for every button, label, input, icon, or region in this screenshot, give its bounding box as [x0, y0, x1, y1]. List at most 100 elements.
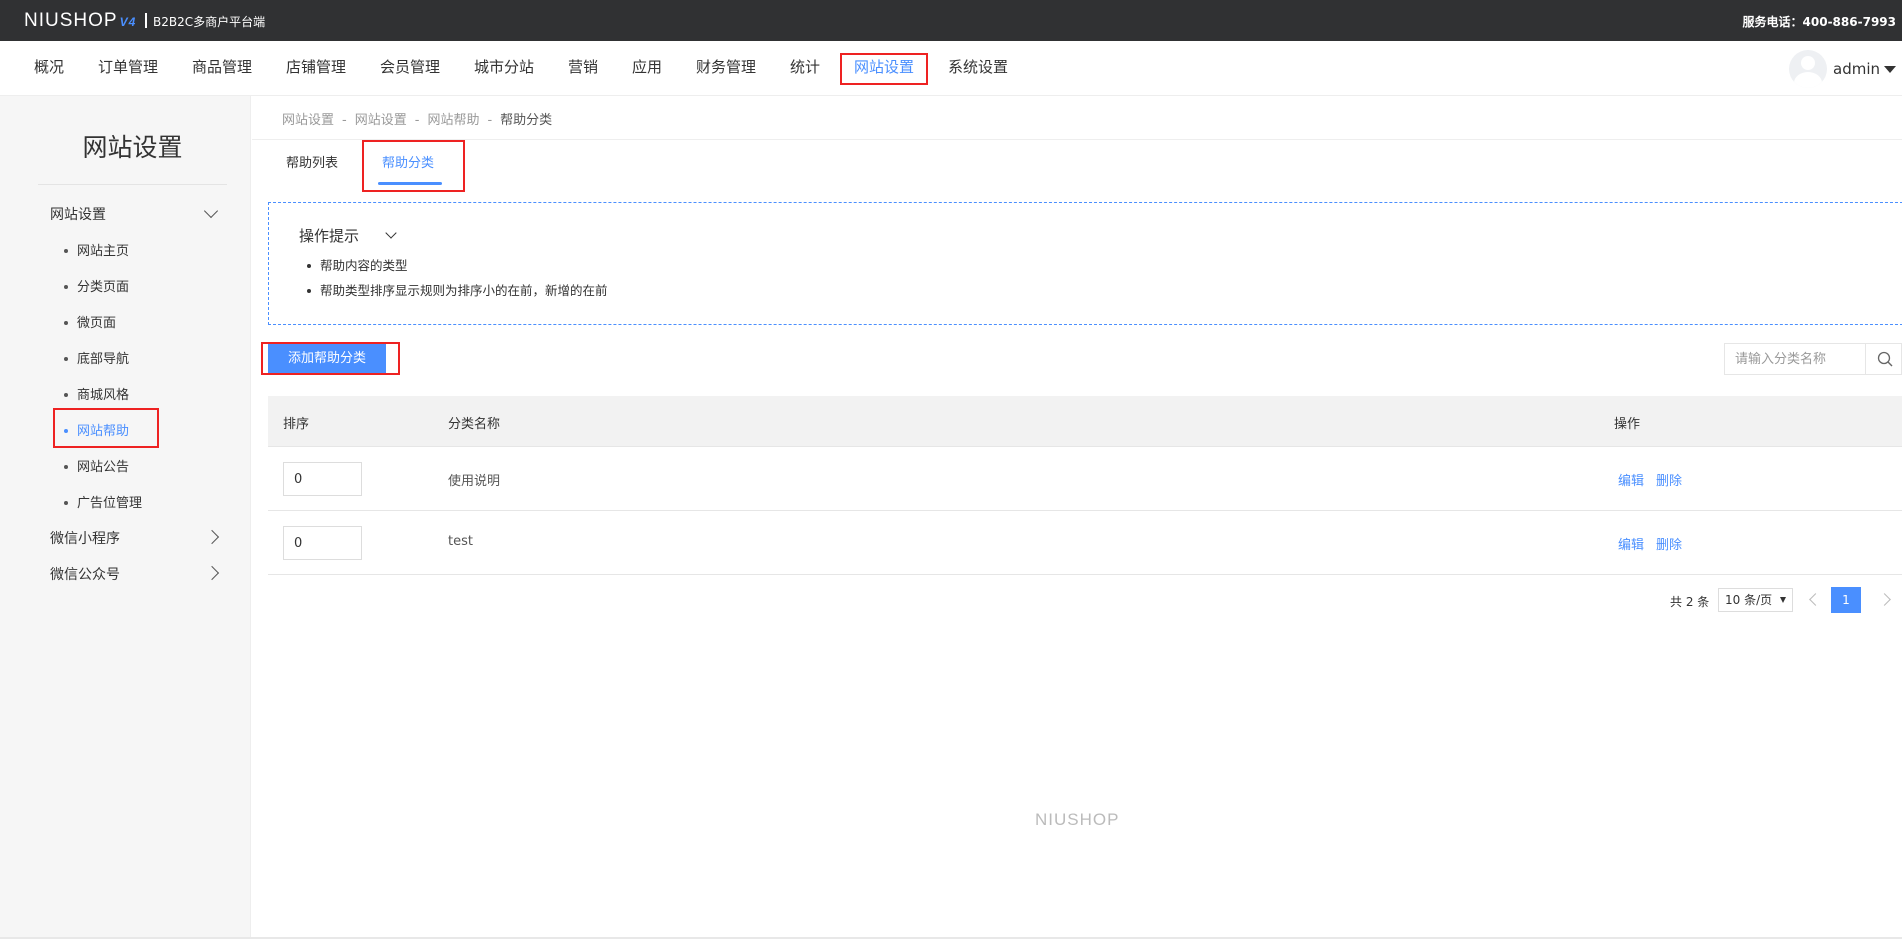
- bullet-icon: [64, 500, 68, 505]
- bullet-icon: [64, 464, 68, 469]
- delete-link[interactable]: 删除: [1656, 534, 1682, 553]
- nav-item-finance[interactable]: 财务管理: [696, 41, 756, 96]
- sidebar-item-label: 网站主页: [77, 244, 130, 259]
- sort-input[interactable]: [283, 526, 362, 560]
- tips-item: 帮助内容的类型: [307, 255, 408, 274]
- sidebar-item-bottom-nav[interactable]: 底部导航: [64, 348, 129, 367]
- bullet-icon: [64, 428, 68, 433]
- column-header-sort: 排序: [283, 417, 310, 432]
- nav-item-apps[interactable]: 应用: [632, 41, 662, 96]
- breadcrumb-separator: -: [342, 113, 347, 128]
- sidebar-group-website-settings[interactable]: 网站设置: [50, 204, 106, 224]
- sidebar: 网站设置 网站设置 网站主页 分类页面 微页面 底部导航 商城风格 网站帮助 网…: [0, 96, 251, 939]
- breadcrumb-current: 帮助分类: [500, 113, 553, 128]
- page-size-select[interactable]: 10 条/页: [1718, 588, 1793, 612]
- add-help-category-button[interactable]: 添加帮助分类: [268, 344, 386, 374]
- sort-input[interactable]: [283, 462, 362, 496]
- bullet-icon: [64, 392, 68, 397]
- pagination-total: 共 2 条: [1670, 595, 1710, 609]
- delete-link[interactable]: 删除: [1656, 470, 1682, 489]
- sidebar-item-label: 商城风格: [77, 388, 130, 403]
- nav-item-goods[interactable]: 商品管理: [192, 41, 252, 96]
- tips-title[interactable]: 操作提示: [299, 225, 359, 246]
- user-name: admin: [1833, 60, 1880, 78]
- sidebar-item-mall-style[interactable]: 商城风格: [64, 384, 129, 403]
- active-tab-indicator: [378, 182, 442, 185]
- chevron-right-icon[interactable]: [204, 565, 220, 581]
- tab-help-list[interactable]: 帮助列表: [286, 152, 338, 171]
- prev-page-icon[interactable]: [1809, 593, 1822, 606]
- logo-text: NIUSHOP: [24, 10, 118, 31]
- nav-item-shops[interactable]: 店铺管理: [286, 41, 346, 96]
- bullet-icon: [307, 288, 311, 293]
- table-row: 使用说明 编辑 删除: [268, 447, 1902, 511]
- service-phone: 服务电话：400-886-7993: [1742, 15, 1896, 29]
- breadcrumb-separator: -: [487, 113, 493, 128]
- search-icon: [1877, 351, 1893, 367]
- nav-item-website-settings[interactable]: 网站设置: [854, 41, 914, 96]
- nav-item-members[interactable]: 会员管理: [380, 41, 440, 96]
- sidebar-item-label: 广告位管理: [77, 496, 143, 511]
- search-input[interactable]: [1725, 344, 1865, 374]
- table-header: 排序 分类名称 操作: [268, 396, 1902, 447]
- breadcrumb: 网站设置 - 网站设置 - 网站帮助 - 帮助分类: [282, 109, 552, 128]
- logo-divider: [145, 13, 147, 28]
- operation-tips: 操作提示 帮助内容的类型 帮助类型排序显示规则为排序小的在前，新增的在前: [268, 202, 1902, 325]
- avatar: [1789, 50, 1827, 88]
- page-size-value: 10 条/页: [1725, 593, 1773, 607]
- sidebar-group-official-account[interactable]: 微信公众号: [50, 564, 120, 584]
- category-name: test: [448, 534, 473, 549]
- next-page-icon[interactable]: [1878, 593, 1891, 606]
- platform-subtitle: B2B2C多商户平台端: [153, 15, 266, 29]
- breadcrumb-item[interactable]: 网站帮助: [427, 113, 479, 128]
- column-header-name: 分类名称: [448, 417, 501, 432]
- nav-item-city-sites[interactable]: 城市分站: [474, 41, 534, 96]
- logo-version: V4: [119, 15, 137, 29]
- sidebar-item-label: 网站帮助: [77, 424, 130, 439]
- footer-logo: NIUSHOP: [1035, 810, 1120, 829]
- top-bar: NIUSHOP V4 B2B2C多商户平台端 服务电话：400-886-7993: [0, 0, 1902, 41]
- caret-down-icon: [1884, 65, 1896, 73]
- nav-item-stats[interactable]: 统计: [790, 41, 820, 96]
- nav-item-overview[interactable]: 概况: [34, 41, 64, 96]
- user-menu[interactable]: admin: [1789, 50, 1896, 88]
- breadcrumb-item[interactable]: 网站设置: [282, 113, 334, 128]
- column-header-actions: 操作: [1614, 417, 1641, 432]
- bullet-icon: [307, 263, 311, 268]
- breadcrumb-divider: [252, 139, 1902, 140]
- page-number-current[interactable]: 1: [1831, 587, 1861, 613]
- sidebar-item-label: 分类页面: [77, 280, 130, 295]
- sidebar-item-category-page[interactable]: 分类页面: [64, 276, 129, 295]
- sidebar-item-micro-page[interactable]: 微页面: [64, 312, 116, 331]
- sidebar-item-home[interactable]: 网站主页: [64, 240, 129, 259]
- category-name: 使用说明: [448, 474, 501, 489]
- nav-item-marketing[interactable]: 营销: [568, 41, 598, 96]
- breadcrumb-separator: -: [414, 113, 420, 128]
- nav-item-system-settings[interactable]: 系统设置: [948, 41, 1008, 96]
- edit-link[interactable]: 编辑: [1618, 534, 1644, 553]
- table-row: test 编辑 删除: [268, 511, 1902, 575]
- tab-help-category[interactable]: 帮助分类: [382, 152, 434, 171]
- tips-item: 帮助类型排序显示规则为排序小的在前，新增的在前: [307, 280, 608, 299]
- search-button[interactable]: [1865, 344, 1902, 374]
- sidebar-item-label: 网站公告: [77, 460, 130, 475]
- brand-logo[interactable]: NIUSHOP V4: [24, 10, 136, 32]
- edit-link[interactable]: 编辑: [1618, 470, 1644, 489]
- sidebar-item-label: 微页面: [77, 316, 117, 331]
- sidebar-item-label: 底部导航: [77, 352, 130, 367]
- bullet-icon: [64, 248, 68, 253]
- main-content: 网站设置 - 网站设置 - 网站帮助 - 帮助分类 帮助列表 帮助分类 操作提示 帮助内容的…: [252, 96, 1902, 939]
- nav-item-orders[interactable]: 订单管理: [98, 41, 158, 96]
- sidebar-item-website-help[interactable]: 网站帮助: [64, 420, 129, 439]
- sidebar-item-announcements[interactable]: 网站公告: [64, 456, 129, 475]
- breadcrumb-item[interactable]: 网站设置: [355, 113, 407, 128]
- bullet-icon: [64, 356, 68, 361]
- chevron-right-icon[interactable]: [204, 529, 220, 545]
- chevron-down-icon[interactable]: [203, 203, 219, 219]
- bullet-icon: [64, 320, 68, 325]
- caret-down-icon: [1780, 597, 1786, 603]
- chevron-down-icon[interactable]: [385, 227, 397, 239]
- search-box: [1724, 343, 1902, 375]
- sidebar-item-ad-slots[interactable]: 广告位管理: [64, 492, 142, 511]
- sidebar-group-mini-program[interactable]: 微信小程序: [50, 528, 120, 548]
